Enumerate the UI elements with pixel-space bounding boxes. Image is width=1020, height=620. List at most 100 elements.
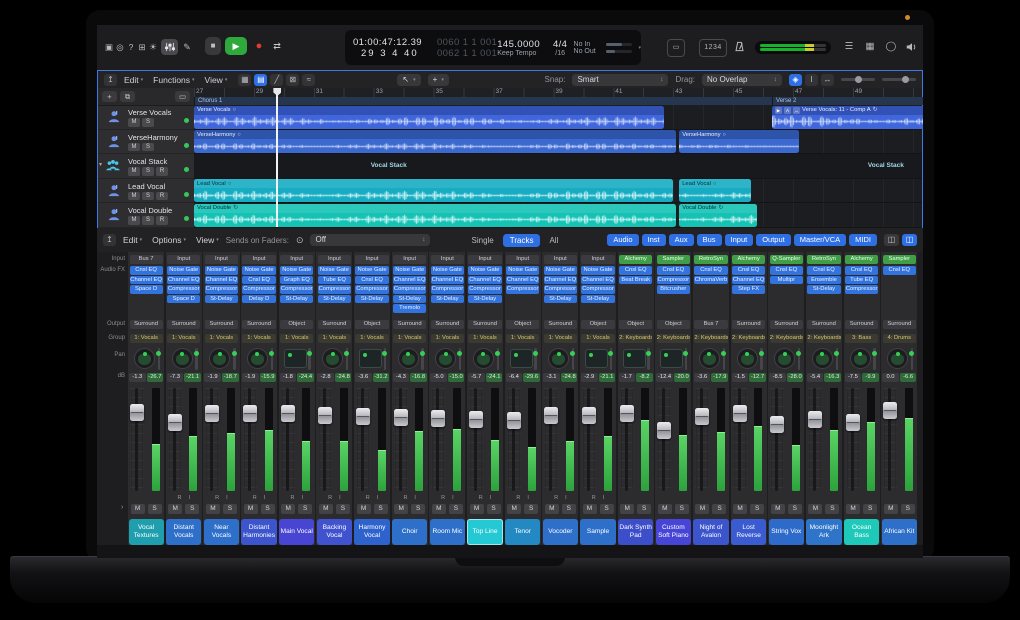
channel-name[interactable]: Custom Soft Piano (656, 519, 691, 545)
horizontal-zoom-slider[interactable] (882, 78, 916, 81)
fader[interactable] (205, 405, 219, 422)
plugin-slot[interactable]: Space D (167, 295, 200, 304)
pan-knob[interactable] (435, 348, 456, 369)
fader[interactable] (168, 414, 182, 431)
strip-width-icon-1[interactable]: ◫ (902, 234, 917, 246)
fader[interactable] (318, 407, 332, 424)
command-click-tool-menu[interactable]: +▾ (428, 74, 449, 86)
output-slot[interactable]: Surround (845, 320, 878, 329)
track-lane[interactable]: Verse Vocals○▶A︿Verse Vocals: 11 - Comp … (194, 105, 922, 130)
plugin-slot[interactable]: St-Delay (807, 285, 840, 294)
mute-button[interactable]: M (319, 504, 333, 514)
input-monitor-button[interactable]: I (490, 495, 492, 502)
note-pads-icon[interactable]: ▦ (862, 39, 878, 55)
audio-region[interactable]: VerseHarmony○ (194, 130, 676, 153)
stop-button[interactable]: ■ (205, 37, 221, 55)
mute-button[interactable]: M (168, 504, 182, 514)
power-icon[interactable]: ⊙ (296, 235, 304, 246)
channel-name[interactable]: String Vox (769, 519, 804, 545)
plugin-slot[interactable]: Noise Gate (205, 266, 238, 275)
track-name[interactable]: Vocal Stack (128, 157, 167, 166)
pan-spread-slider[interactable] (873, 348, 876, 370)
plugin-slot[interactable]: Compressor (355, 285, 388, 294)
object-pan-pad[interactable] (284, 349, 307, 368)
plugin-slot[interactable]: Step FX (732, 285, 765, 294)
plugin-slot[interactable]: Compressor (845, 285, 878, 294)
output-slot[interactable]: Object (657, 320, 690, 329)
output-slot[interactable]: Surround (807, 320, 840, 329)
pan-spread-slider[interactable] (911, 348, 914, 370)
audio-region[interactable]: Lead Vocal○ (194, 179, 673, 202)
track-lane[interactable]: Vocal Double↻Vocal Double↻ (194, 203, 922, 228)
take-folder-button[interactable]: ▶ (775, 107, 782, 114)
group-slot[interactable]: 2: Keyboards (732, 334, 765, 343)
channel-name[interactable]: Moonlight Ark (806, 519, 841, 545)
solo-button[interactable]: S (449, 504, 463, 514)
plugin-slot[interactable]: St-Delay (280, 295, 313, 304)
peak-value[interactable]: -31.2 (373, 373, 390, 382)
mute-button[interactable]: M (394, 504, 408, 514)
pan-spread-slider[interactable] (723, 348, 726, 370)
pan-knob[interactable] (548, 348, 569, 369)
pan-spread-slider[interactable] (346, 348, 349, 370)
plugin-slot[interactable]: Cnsl EQ (845, 266, 878, 275)
plugin-slot[interactable]: Compressor (581, 285, 614, 294)
panel-corner-icon[interactable]: ↥ (104, 74, 117, 86)
peak-value[interactable]: -6.6 (900, 373, 917, 382)
output-slot[interactable]: Object (355, 320, 388, 329)
peak-value[interactable]: -24.8 (335, 373, 352, 382)
plugin-slot[interactable]: Channel EQ (468, 276, 501, 285)
group-slot[interactable]: 2: Keyboards (694, 334, 727, 343)
fader[interactable] (733, 405, 747, 422)
peak-value[interactable]: -24.1 (486, 373, 503, 382)
input-slot[interactable]: Input (167, 255, 200, 264)
record-button[interactable]: R (156, 167, 168, 176)
peak-value[interactable]: -15.0 (448, 373, 465, 382)
plugin-slot[interactable]: Cnsl EQ (242, 276, 275, 285)
mute-button[interactable]: M (128, 167, 140, 176)
track-lane[interactable]: VerseHarmony○VerseHarmony○ (194, 130, 922, 155)
track-header-vocal-double[interactable]: Vocal DoubleMSR (98, 203, 194, 228)
mute-button[interactable]: M (846, 504, 860, 514)
take-folder-button[interactable]: ︿ (793, 107, 800, 114)
tracks-mode-button-2[interactable]: ↔ (821, 74, 834, 86)
solo-button[interactable]: S (223, 504, 237, 514)
plugin-slot[interactable]: Channel EQ (130, 276, 163, 285)
record-button[interactable]: R (156, 192, 168, 201)
duplicate-track-button[interactable]: ⧉ (120, 91, 135, 102)
loop-browser-icon[interactable]: ◯ (883, 39, 899, 55)
tracks-view-icon-0[interactable]: ▦ (238, 74, 251, 86)
input-monitor-button[interactable]: I (414, 495, 416, 502)
record-enable-button[interactable]: R (366, 495, 370, 502)
solo-button[interactable]: S (142, 192, 154, 201)
filter-output[interactable]: Output (756, 234, 791, 246)
plugin-slot[interactable]: Channel EQ (732, 276, 765, 285)
fader[interactable] (657, 422, 671, 439)
plugin-slot[interactable]: Noise Gate (242, 266, 275, 275)
volume-value[interactable]: -8.5 (769, 373, 786, 382)
record-enable-button[interactable]: R (290, 495, 294, 502)
playhead[interactable] (276, 88, 278, 227)
group-slot[interactable]: 1: Vocals (355, 334, 388, 343)
mute-button[interactable]: M (695, 504, 709, 514)
pan-knob[interactable] (699, 348, 720, 369)
plugin-slot[interactable]: Noise Gate (544, 266, 577, 275)
fader[interactable] (695, 408, 709, 425)
solo-button[interactable]: S (298, 504, 312, 514)
pan-spread-slider[interactable] (572, 348, 575, 370)
track-name[interactable]: Lead Vocal (128, 182, 165, 191)
channel-name[interactable]: Top Line (467, 519, 502, 545)
fader[interactable] (243, 405, 257, 422)
output-slot[interactable]: Surround (167, 320, 200, 329)
plugin-slot[interactable]: Delay D (242, 295, 275, 304)
mute-button[interactable]: M (244, 504, 258, 514)
fader[interactable] (507, 412, 521, 429)
peak-value[interactable]: -16.3 (824, 373, 841, 382)
record-enable-button[interactable]: R (177, 495, 181, 502)
channel-name[interactable]: Tenor (505, 519, 540, 545)
audio-region[interactable]: Verse Vocals○ (194, 106, 664, 129)
menu-functions[interactable]: Functions▾ (153, 75, 194, 85)
solo-button[interactable]: S (675, 504, 689, 514)
input-slot[interactable]: Input (393, 255, 426, 264)
volume-value[interactable]: -3.6 (355, 373, 372, 382)
